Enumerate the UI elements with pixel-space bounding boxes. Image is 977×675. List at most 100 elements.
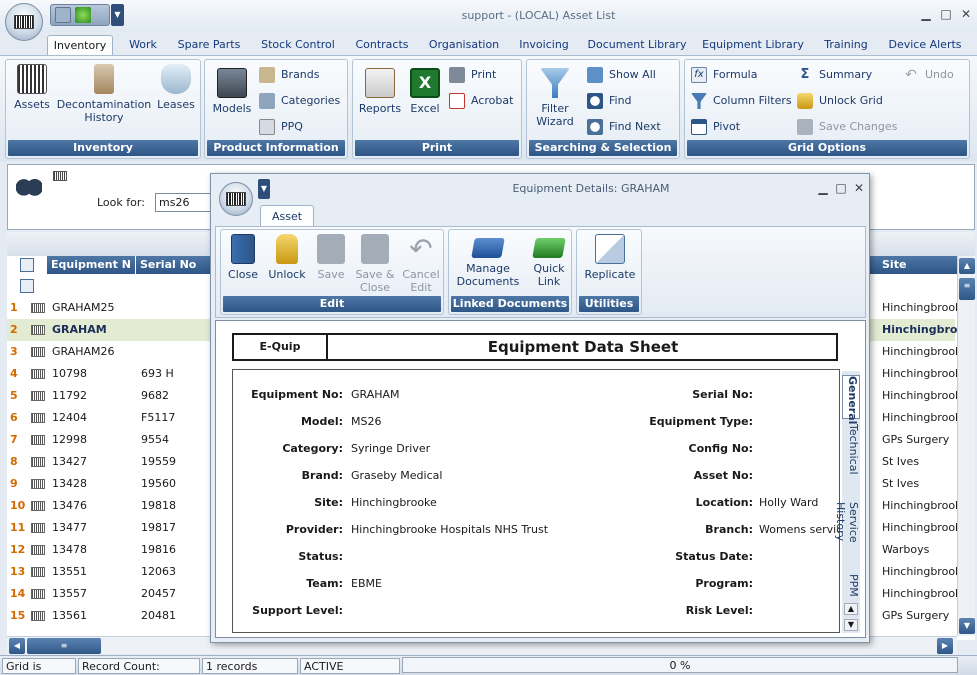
site-cell[interactable]: Hinchingbrooke xyxy=(882,341,957,363)
equipment-no-cell[interactable]: 10798 xyxy=(52,363,87,385)
tab-spare-parts[interactable]: Spare Parts xyxy=(172,35,246,56)
scroll-down-icon[interactable]: ▼ xyxy=(959,618,975,634)
serial-no-cell[interactable]: 19816 xyxy=(141,539,176,561)
site-cell[interactable]: Warboys xyxy=(882,539,957,561)
save-button[interactable]: Save xyxy=(311,234,351,281)
serial-no-cell[interactable]: 19818 xyxy=(141,495,176,517)
close-button[interactable]: Close xyxy=(223,234,263,281)
save-changes-button[interactable]: Save Changes xyxy=(797,118,897,136)
site-cell[interactable]: St Ives xyxy=(882,473,957,495)
cancel-edit-button[interactable]: ↶ Cancel Edit xyxy=(399,234,443,295)
site-cell[interactable]: Hinchingbrooke xyxy=(882,583,957,605)
site-cell[interactable]: GPs Surgery xyxy=(882,429,957,451)
maximize-icon[interactable]: □ xyxy=(938,6,954,22)
tab-device-alerts[interactable]: Device Alerts xyxy=(884,35,966,56)
tab-invoicing[interactable]: Invoicing xyxy=(512,35,576,56)
ppq-button[interactable]: PPQ xyxy=(259,118,303,136)
sheet-scroll-down-icon[interactable]: ▼ xyxy=(844,619,858,631)
site-cell[interactable]: GPs Surgery xyxy=(882,605,957,627)
scroll-thumb[interactable]: ≡ xyxy=(959,278,975,300)
tab-organisation[interactable]: Organisation xyxy=(422,35,506,56)
filter-wizard-button[interactable]: Filter Wizard xyxy=(531,68,579,128)
equipment-no-cell[interactable]: 13477 xyxy=(52,517,87,539)
scroll-left-icon[interactable]: ◀ xyxy=(9,638,25,654)
formula-button[interactable]: fx Formula xyxy=(691,66,757,84)
column-header-serial-no[interactable]: Serial No xyxy=(136,256,212,274)
assets-button[interactable]: Assets xyxy=(10,64,54,111)
search-input[interactable]: ms26 xyxy=(155,193,215,212)
serial-no-cell[interactable]: 693 H xyxy=(141,363,174,385)
tab-training[interactable]: Training xyxy=(816,35,876,56)
dialog-close-icon[interactable]: ✕ xyxy=(851,180,867,196)
scroll-up-icon[interactable]: ▲ xyxy=(959,258,975,274)
tab-work[interactable]: Work xyxy=(118,35,168,56)
find-button[interactable]: Find xyxy=(587,92,632,110)
brands-button[interactable]: Brands xyxy=(259,66,320,84)
manage-documents-button[interactable]: Manage Documents xyxy=(451,238,525,288)
equipment-no-cell[interactable]: 12998 xyxy=(52,429,87,451)
clear-filter-icon[interactable] xyxy=(20,279,34,293)
application-menu-button[interactable] xyxy=(5,3,43,41)
replicate-button[interactable]: Replicate xyxy=(579,234,641,281)
serial-no-cell[interactable]: 20457 xyxy=(141,583,176,605)
scroll-right-icon[interactable]: ▶ xyxy=(937,638,953,654)
column-header-site[interactable]: Site xyxy=(870,256,957,274)
find-next-button[interactable]: Find Next xyxy=(587,118,661,136)
site-cell[interactable]: Hinchingbrooke xyxy=(882,297,957,319)
site-cell[interactable]: Hinchingbrooke xyxy=(882,517,957,539)
tab-stock-control[interactable]: Stock Control xyxy=(253,35,343,56)
acrobat-button[interactable]: Acrobat xyxy=(449,92,513,110)
site-cell[interactable]: Hinchingbrooke xyxy=(882,319,957,341)
site-cell[interactable]: St Ives xyxy=(882,451,957,473)
excel-button[interactable]: X Excel xyxy=(405,68,445,115)
quick-link-button[interactable]: Quick Link xyxy=(527,238,571,288)
unlock-button[interactable]: Unlock xyxy=(265,234,309,281)
close-icon[interactable]: ✕ xyxy=(958,6,974,22)
equipment-no-cell[interactable]: 13557 xyxy=(52,583,87,605)
site-cell[interactable]: Hinchingbrooke xyxy=(882,495,957,517)
equipment-no-cell[interactable]: GRAHAM26 xyxy=(52,341,115,363)
minimize-icon[interactable]: ▁ xyxy=(918,6,934,22)
reports-button[interactable]: Reports xyxy=(357,68,403,115)
show-all-button[interactable]: Show All xyxy=(587,66,656,84)
summary-button[interactable]: Σ Summary xyxy=(797,66,873,84)
column-chooser-icon[interactable] xyxy=(20,258,34,272)
equipment-no-cell[interactable]: 13476 xyxy=(52,495,87,517)
dialog-maximize-icon[interactable]: □ xyxy=(833,180,849,196)
tab-equipment-library[interactable]: Equipment Library xyxy=(698,35,808,56)
site-cell[interactable]: Hinchingbrooke xyxy=(882,385,957,407)
save-close-button[interactable]: Save & Close xyxy=(353,234,397,294)
tab-inventory[interactable]: Inventory xyxy=(47,35,113,56)
equipment-no-cell[interactable]: 11792 xyxy=(52,385,87,407)
serial-no-cell[interactable]: 19560 xyxy=(141,473,176,495)
tab-document-library[interactable]: Document Library xyxy=(584,35,690,56)
models-button[interactable]: Models xyxy=(209,68,255,115)
serial-no-cell[interactable]: 12063 xyxy=(141,561,176,583)
serial-no-cell[interactable]: 19559 xyxy=(141,451,176,473)
site-cell[interactable]: Hinchingbrooke xyxy=(882,561,957,583)
serial-no-cell[interactable]: F5117 xyxy=(141,407,175,429)
vtab-technical[interactable]: Technical xyxy=(842,423,860,475)
pivot-button[interactable]: Pivot xyxy=(691,118,740,136)
unlock-grid-button[interactable]: Unlock Grid xyxy=(797,92,883,110)
undo-button[interactable]: ↶ Undo xyxy=(903,66,954,84)
decontamination-history-button[interactable]: Decontamination History xyxy=(56,64,152,124)
equipment-no-cell[interactable]: 13428 xyxy=(52,473,87,495)
equipment-no-cell[interactable]: GRAHAM25 xyxy=(52,297,115,319)
column-header-equipment-no[interactable]: Equipment N xyxy=(47,256,135,274)
serial-no-cell[interactable]: 9682 xyxy=(141,385,169,407)
horizontal-scroll-thumb[interactable]: ≡ xyxy=(27,638,101,654)
serial-no-cell[interactable]: 9554 xyxy=(141,429,169,451)
vtab-service-history[interactable]: Service History xyxy=(834,483,860,561)
equipment-no-cell[interactable]: 13551 xyxy=(52,561,87,583)
tab-contracts[interactable]: Contracts xyxy=(349,35,415,56)
equipment-no-cell[interactable]: 12404 xyxy=(52,407,87,429)
site-cell[interactable]: Hinchingbrooke xyxy=(882,363,957,385)
vtab-ppm[interactable]: PPM xyxy=(842,571,860,599)
equipment-no-cell[interactable]: 13561 xyxy=(52,605,87,627)
categories-button[interactable]: Categories xyxy=(259,92,340,110)
vtab-general[interactable]: General xyxy=(842,375,860,424)
leases-button[interactable]: Leases xyxy=(154,64,198,111)
equipment-no-cell[interactable]: 13478 xyxy=(52,539,87,561)
tab-asset[interactable]: Asset xyxy=(260,205,314,227)
